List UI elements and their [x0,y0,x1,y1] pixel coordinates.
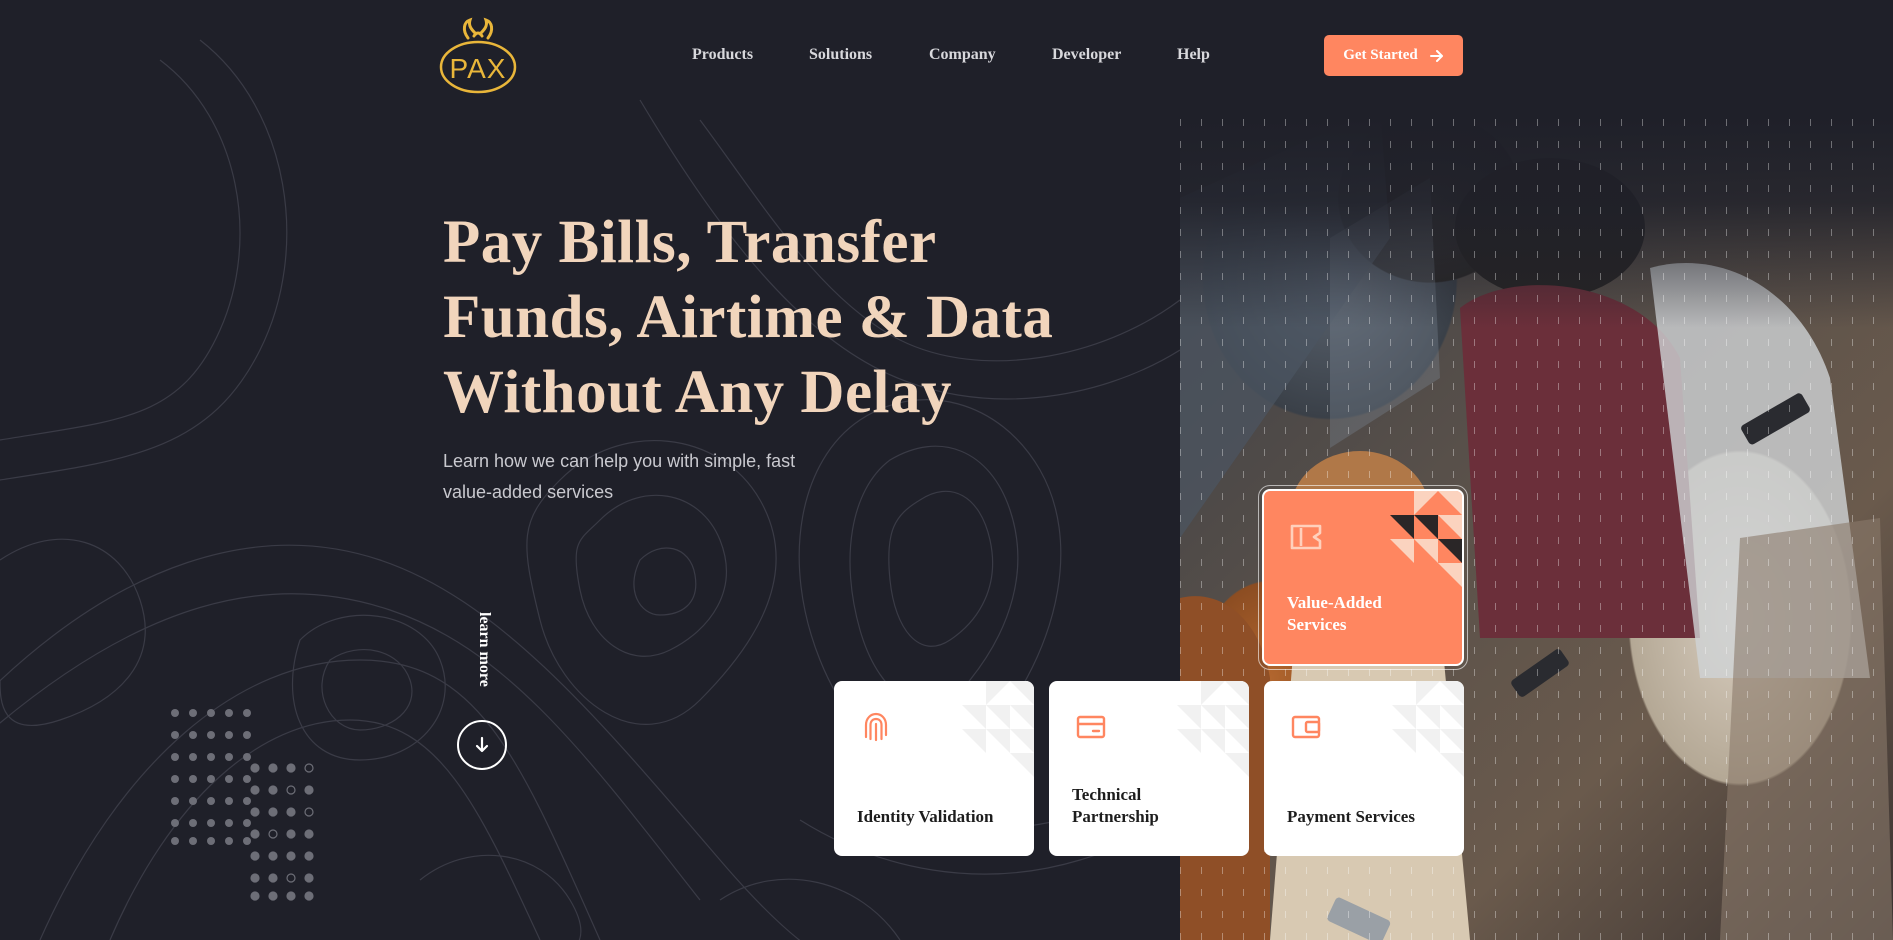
nav-products[interactable]: Products [692,46,753,64]
triangle-pattern-decoration [1392,681,1464,777]
nav-company[interactable]: Company [929,46,996,64]
card-label: Technical Partnership [1072,785,1159,826]
hero-subtitle: Learn how we can help you with simple, f… [443,451,796,502]
card-label: Payment Services [1287,807,1415,826]
triangle-pattern-decoration [1390,491,1462,587]
triangle-pattern-decoration [1177,681,1249,777]
arrow-right-icon [1429,49,1443,62]
nav-help[interactable]: Help [1177,46,1210,64]
fingerprint-icon [864,712,888,742]
card-technical-partnership[interactable]: Technical Partnership [1049,681,1249,856]
card-label: Identity Validation [857,807,994,826]
nav-solutions[interactable]: Solutions [809,46,872,64]
triangle-pattern-decoration [962,681,1034,777]
card-value-added-services[interactable]: Value-Added Services [1258,485,1468,670]
ticket-icon [1290,524,1322,550]
dot-grid-decoration [171,709,314,901]
logo-text: PAX [449,53,507,84]
nav-developer[interactable]: Developer [1052,46,1121,64]
get-started-button[interactable]: Get Started [1324,35,1463,76]
card-payment-services[interactable]: Payment Services [1264,681,1464,856]
learn-more-link[interactable]: learn more [469,612,493,702]
scroll-down-button[interactable] [457,720,507,770]
card-identity-validation[interactable]: Identity Validation [834,681,1034,856]
credit-card-icon [1076,715,1106,739]
card-label: Value-Added Services [1287,593,1382,634]
wallet-icon [1291,715,1321,739]
pax-logo[interactable]: PAX [438,16,518,96]
get-started-label: Get Started [1343,47,1418,63]
arrow-down-icon [475,736,489,753]
hero-title: Pay Bills, Transfer Funds, Airtime & Dat… [443,209,1054,426]
